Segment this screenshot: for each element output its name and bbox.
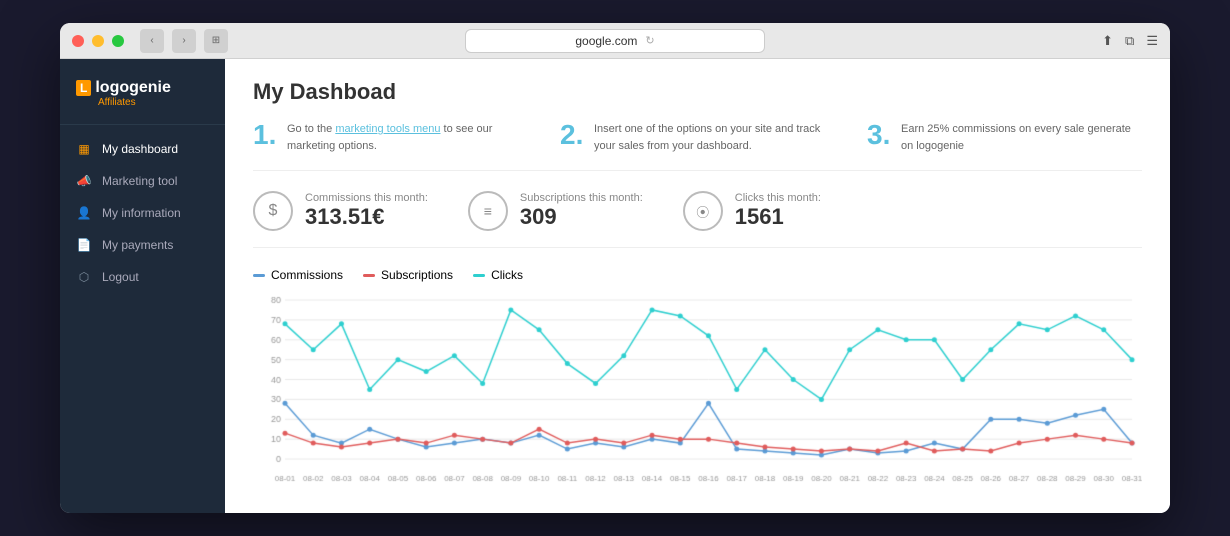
- titlebar: ‹ › ⊞ google.com ↻ ⬆ ⧉ ☰: [60, 23, 1170, 59]
- logo-icon: L: [76, 80, 91, 96]
- share-icon[interactable]: ⬆: [1102, 33, 1113, 49]
- stat-clicks: ⦿ Clicks this month: 1561: [683, 191, 821, 231]
- sidebar-label-logout: Logout: [102, 270, 139, 284]
- commissions-legend-dot: [253, 274, 265, 277]
- dollar-icon: $: [253, 191, 293, 231]
- subscriptions-legend-dot: [363, 274, 375, 277]
- close-button[interactable]: [72, 35, 84, 47]
- marketing-tools-link[interactable]: marketing tools menu: [335, 123, 440, 135]
- commissions-info: Commissions this month: 313.51€: [305, 192, 428, 230]
- logo-area: L logogenie Affiliates: [60, 71, 225, 125]
- sidebar-label-payments: My payments: [102, 238, 173, 252]
- mac-window: ‹ › ⊞ google.com ↻ ⬆ ⧉ ☰ L logogenie Aff…: [60, 23, 1170, 513]
- chart-legend: Commissions Subscriptions Clicks: [253, 268, 1142, 282]
- step-3-number: 3.: [867, 121, 891, 149]
- minimize-button[interactable]: [92, 35, 104, 47]
- subscriptions-legend-label: Subscriptions: [381, 268, 453, 282]
- reload-icon[interactable]: ↻: [645, 34, 654, 47]
- browser-actions: ⬆ ⧉ ☰: [1102, 33, 1158, 49]
- page-title: My Dashboad: [253, 79, 1142, 105]
- sidebar-item-dashboard[interactable]: ▦ My dashboard: [60, 133, 225, 165]
- step-1-number: 1.: [253, 121, 277, 149]
- legend-clicks: Clicks: [473, 268, 523, 282]
- steps-section: 1. Go to the marketing tools menu to see…: [253, 121, 1142, 171]
- logout-icon: ⬡: [76, 269, 92, 285]
- stats-section: $ Commissions this month: 313.51€ ≡ Subs…: [253, 191, 1142, 248]
- step-1-text: Go to the marketing tools menu to see ou…: [287, 121, 528, 154]
- subscriptions-info: Subscriptions this month: 309: [520, 192, 643, 230]
- maximize-button[interactable]: [112, 35, 124, 47]
- browser-nav: ‹ › ⊞: [140, 29, 228, 53]
- url-text: google.com: [575, 34, 637, 48]
- step-2-number: 2.: [560, 121, 584, 149]
- sidebar-label-dashboard: My dashboard: [102, 142, 178, 156]
- clicks-legend-dot: [473, 274, 485, 277]
- commissions-label: Commissions this month:: [305, 192, 428, 204]
- sidebar-label-marketing: Marketing tool: [102, 174, 177, 188]
- stat-commissions: $ Commissions this month: 313.51€: [253, 191, 428, 231]
- view-button[interactable]: ⊞: [204, 29, 228, 53]
- window-controls: [72, 35, 124, 47]
- stat-subscriptions: ≡ Subscriptions this month: 309: [468, 191, 643, 231]
- back-button[interactable]: ‹: [140, 29, 164, 53]
- logo-brand: logogenie: [95, 79, 171, 97]
- main-layout: L logogenie Affiliates ▦ My dashboard 📣 …: [60, 59, 1170, 513]
- grid-icon: ▦: [76, 141, 92, 157]
- file-icon: 📄: [76, 237, 92, 253]
- sidebar-item-payments[interactable]: 📄 My payments: [60, 229, 225, 261]
- clicks-value: 1561: [735, 204, 821, 230]
- step-1: 1. Go to the marketing tools menu to see…: [253, 121, 528, 154]
- step-3: 3. Earn 25% commissions on every sale ge…: [867, 121, 1142, 154]
- legend-commissions: Commissions: [253, 268, 343, 282]
- clicks-legend-label: Clicks: [491, 268, 523, 282]
- subscriptions-label: Subscriptions this month:: [520, 192, 643, 204]
- cursor-icon: ⦿: [683, 191, 723, 231]
- chart-section: Commissions Subscriptions Clicks: [253, 268, 1142, 487]
- step-2: 2. Insert one of the options on your sit…: [560, 121, 835, 154]
- step-3-text: Earn 25% commissions on every sale gener…: [901, 121, 1142, 154]
- address-bar[interactable]: google.com ↻: [465, 29, 765, 53]
- clicks-info: Clicks this month: 1561: [735, 192, 821, 230]
- sidebar-item-logout[interactable]: ⬡ Logout: [60, 261, 225, 293]
- sidebar-item-marketing[interactable]: 📣 Marketing tool: [60, 165, 225, 197]
- forward-button[interactable]: ›: [172, 29, 196, 53]
- sidebar-toggle-icon[interactable]: ☰: [1146, 33, 1158, 49]
- legend-subscriptions: Subscriptions: [363, 268, 453, 282]
- main-panel: My Dashboad 1. Go to the marketing tools…: [225, 59, 1170, 513]
- logo-subtitle: Affiliates: [98, 97, 209, 108]
- chart-canvas-container: [253, 292, 1142, 487]
- person-icon: 👤: [76, 205, 92, 221]
- sidebar-label-myinfo: My information: [102, 206, 181, 220]
- commissions-legend-label: Commissions: [271, 268, 343, 282]
- duplicate-icon[interactable]: ⧉: [1125, 33, 1134, 49]
- sidebar: L logogenie Affiliates ▦ My dashboard 📣 …: [60, 59, 225, 513]
- step-2-text: Insert one of the options on your site a…: [594, 121, 835, 154]
- clicks-label: Clicks this month:: [735, 192, 821, 204]
- megaphone-icon: 📣: [76, 173, 92, 189]
- sidebar-item-myinfo[interactable]: 👤 My information: [60, 197, 225, 229]
- commissions-value: 313.51€: [305, 204, 428, 230]
- logo: L logogenie: [76, 79, 209, 97]
- list-icon: ≡: [468, 191, 508, 231]
- main-chart: [253, 292, 1142, 487]
- subscriptions-value: 309: [520, 204, 643, 230]
